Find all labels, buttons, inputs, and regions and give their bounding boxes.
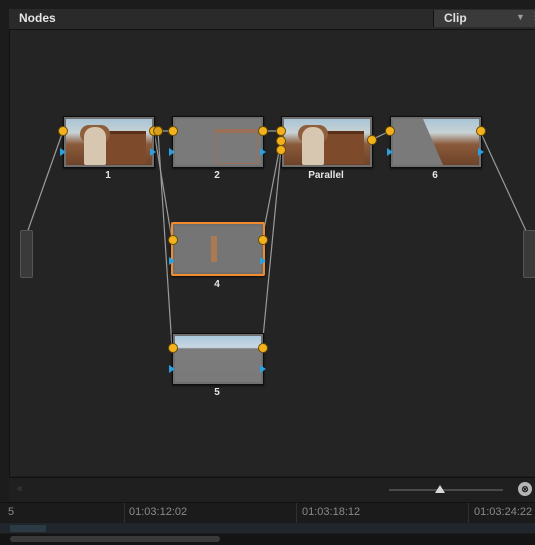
node-output-connector[interactable]	[258, 126, 268, 136]
node-output-connector[interactable]	[258, 343, 268, 353]
key-output-icon[interactable]	[260, 365, 266, 373]
panel-title: Nodes	[19, 11, 56, 25]
node-graph-canvas[interactable]	[9, 30, 535, 476]
key-input-icon[interactable]	[169, 257, 175, 265]
node-output-connector[interactable]	[258, 235, 268, 245]
zoom-fit-icon[interactable]: ⊗	[518, 482, 532, 496]
node-input-connector[interactable]	[168, 235, 178, 245]
node-4[interactable]	[171, 222, 265, 276]
node-thumbnail	[175, 226, 261, 272]
node-thumbnail	[175, 336, 261, 382]
timeline-scrollbar[interactable]	[0, 534, 535, 545]
timecode-label: 01:03:12:02	[129, 506, 188, 518]
node-input-connector[interactable]	[385, 126, 395, 136]
panel-grip-icon[interactable]: ⋮	[530, 11, 535, 22]
node-editor-panel: Nodes Clip ▼ ⋮ 1 2 Parallel 6 4 5 « ⊗ 5 …	[0, 0, 535, 545]
key-output-icon[interactable]	[260, 148, 266, 156]
node-label: Parallel	[308, 170, 344, 181]
node-output-connector[interactable]	[153, 126, 163, 136]
node-thumbnail	[175, 119, 261, 165]
node-6[interactable]	[390, 116, 482, 168]
timeline-track[interactable]	[0, 523, 535, 533]
timeline-ruler[interactable]: 5 01:03:12:02 01:03:18:12 01:03:24:22	[0, 502, 535, 523]
node-1[interactable]	[63, 116, 155, 168]
key-input-icon[interactable]	[387, 148, 393, 156]
node-thumbnail	[393, 119, 479, 165]
mode-dropdown[interactable]: Clip ▼ ⋮	[433, 10, 535, 27]
collapse-icon[interactable]: «	[17, 483, 23, 494]
source-input-handle[interactable]	[20, 230, 33, 278]
node-2[interactable]	[172, 116, 264, 168]
node-5[interactable]	[172, 333, 264, 385]
node-parallel[interactable]	[281, 116, 373, 168]
timecode-label: 5	[8, 506, 15, 518]
timecode-label: 01:03:24:22	[474, 506, 533, 518]
key-output-icon[interactable]	[150, 148, 156, 156]
node-label: 1	[105, 170, 111, 181]
output-handle[interactable]	[523, 230, 535, 278]
node-label: 6	[432, 170, 438, 181]
node-input-connector[interactable]	[168, 343, 178, 353]
node-output-connector[interactable]	[367, 135, 377, 145]
timeline-tick	[468, 503, 469, 523]
node-label: 5	[214, 387, 220, 398]
node-output-connector[interactable]	[476, 126, 486, 136]
node-input-connector[interactable]	[276, 126, 286, 136]
timeline-tick	[296, 503, 297, 523]
node-input-connector[interactable]	[276, 145, 286, 155]
timecode-label: 01:03:18:12	[302, 506, 361, 518]
zoom-slider-thumb[interactable]	[435, 485, 445, 493]
key-input-icon[interactable]	[169, 365, 175, 373]
node-input-connector[interactable]	[58, 126, 68, 136]
timeline-clip[interactable]	[10, 525, 46, 532]
key-output-icon[interactable]	[260, 257, 266, 265]
key-input-icon[interactable]	[169, 148, 175, 156]
scrollbar-thumb[interactable]	[10, 536, 220, 542]
timeline-tick	[124, 503, 125, 523]
key-input-icon[interactable]	[60, 148, 66, 156]
node-editor-statusbar: « ⊗	[9, 477, 535, 502]
mode-dropdown-value: Clip	[444, 11, 467, 25]
panel-header: Nodes Clip ▼ ⋮	[9, 9, 535, 30]
zoom-slider-track[interactable]	[389, 489, 503, 491]
node-input-connector[interactable]	[168, 126, 178, 136]
chevron-down-icon: ▼	[516, 12, 525, 22]
key-output-icon[interactable]	[478, 148, 484, 156]
node-label: 4	[214, 279, 220, 290]
node-label: 2	[214, 170, 220, 181]
node-thumbnail	[66, 119, 152, 165]
node-thumbnail	[284, 119, 370, 165]
